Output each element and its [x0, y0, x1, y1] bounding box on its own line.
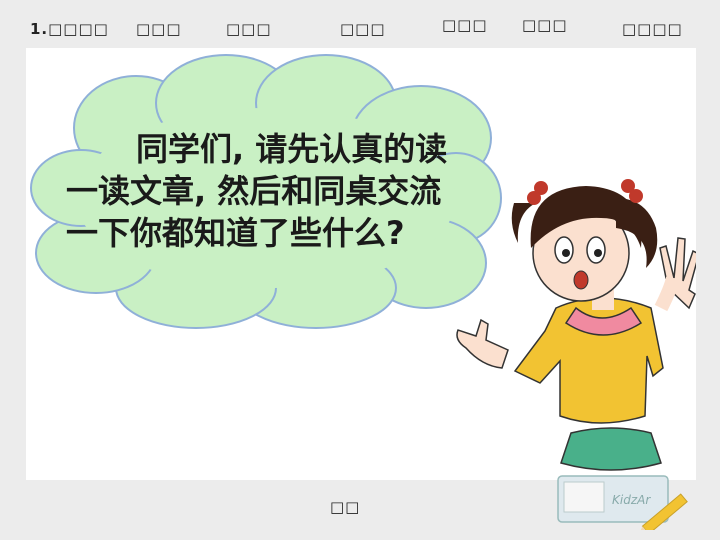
- bottom-label: □□: [330, 498, 361, 516]
- top-label-7: □□□□: [622, 20, 683, 38]
- top-label-2: □□□: [136, 20, 182, 38]
- speech-line-2: 一读文章, 然后和同桌交流: [66, 172, 442, 210]
- deco-logo-text: KidzAr: [612, 493, 651, 507]
- speech-text: 同学们, 请先认真的读 一读文章, 然后和同桌交流 一下你都知道了些什么?: [66, 128, 466, 254]
- top-label-6: □□□: [522, 16, 568, 34]
- slide-panel: 同学们, 请先认真的读 一读文章, 然后和同桌交流 一下你都知道了些什么?: [26, 48, 696, 480]
- cartoon-girl-illustration: [456, 179, 696, 471]
- top-label-3: □□□: [226, 20, 272, 38]
- top-label-4: □□□: [340, 20, 386, 38]
- speech-line-3: 一下你都知道了些什么?: [66, 214, 405, 252]
- book-pencil-decoration: KidzAr: [557, 475, 688, 530]
- speech-line-1: 同学们, 请先认真的读: [136, 130, 448, 168]
- top-label-5: □□□: [442, 16, 488, 34]
- top-label-1: 1.□□□□: [30, 20, 109, 38]
